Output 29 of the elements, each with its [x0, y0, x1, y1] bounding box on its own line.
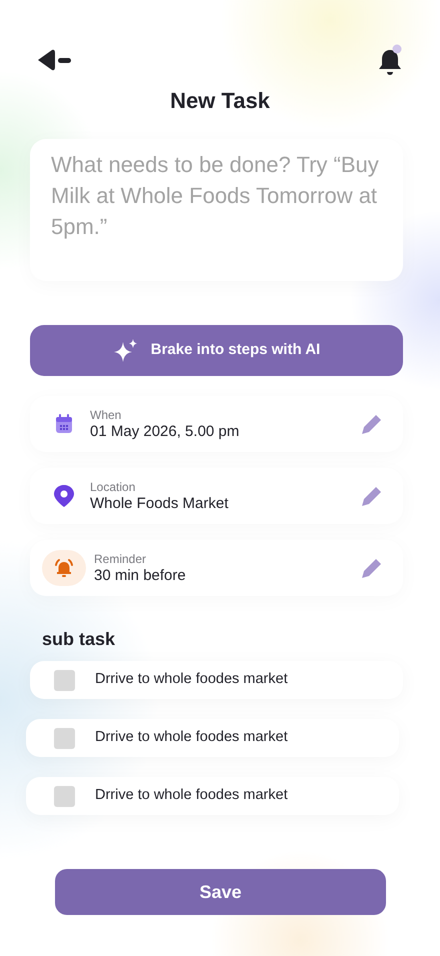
detail-value: 01 May 2026, 5.00 pm — [90, 422, 240, 440]
calendar-icon — [55, 414, 73, 434]
subtask-row[interactable]: Drrive to whole foodes market — [30, 661, 403, 699]
subtask-text: Drrive to whole foodes market — [95, 786, 288, 806]
page-title: New Task — [169, 87, 271, 115]
map-pin-icon — [54, 485, 74, 507]
pencil-icon[interactable] — [361, 413, 383, 435]
detail-label: When — [90, 408, 122, 422]
pencil-icon[interactable] — [361, 485, 383, 507]
checkbox[interactable] — [54, 786, 75, 806]
save-button[interactable]: Save — [55, 869, 386, 915]
detail-label: Location — [90, 480, 136, 494]
subtask-text: Drrive to whole foodes market — [95, 670, 288, 690]
task-input-field[interactable]: What needs to be done? Try “Buy Milk at Whole Foods Tomorrow at 5pm.” — [30, 139, 403, 281]
subtask-heading: sub task — [42, 628, 116, 651]
subtask-row[interactable]: Drrive to whole foodes market — [26, 777, 399, 815]
pencil-icon[interactable] — [361, 557, 383, 579]
detail-value: 30 min before — [94, 566, 187, 584]
subtask-text: Drrive to whole foodes market — [95, 728, 288, 748]
ai-breakdown-button[interactable]: Brake into steps with AI — [30, 325, 403, 376]
detail-label: Reminder — [94, 552, 148, 566]
alarm-icon — [42, 550, 86, 586]
checkbox[interactable] — [54, 728, 75, 748]
detail-value: Whole Foods Market — [90, 494, 230, 512]
checkbox[interactable] — [54, 670, 75, 690]
bell-icon[interactable] — [378, 44, 404, 76]
sparkle-icon — [112, 338, 139, 364]
subtask-row[interactable]: Drrive to whole foodes market — [26, 719, 399, 757]
back-arrow-icon[interactable] — [36, 48, 72, 72]
